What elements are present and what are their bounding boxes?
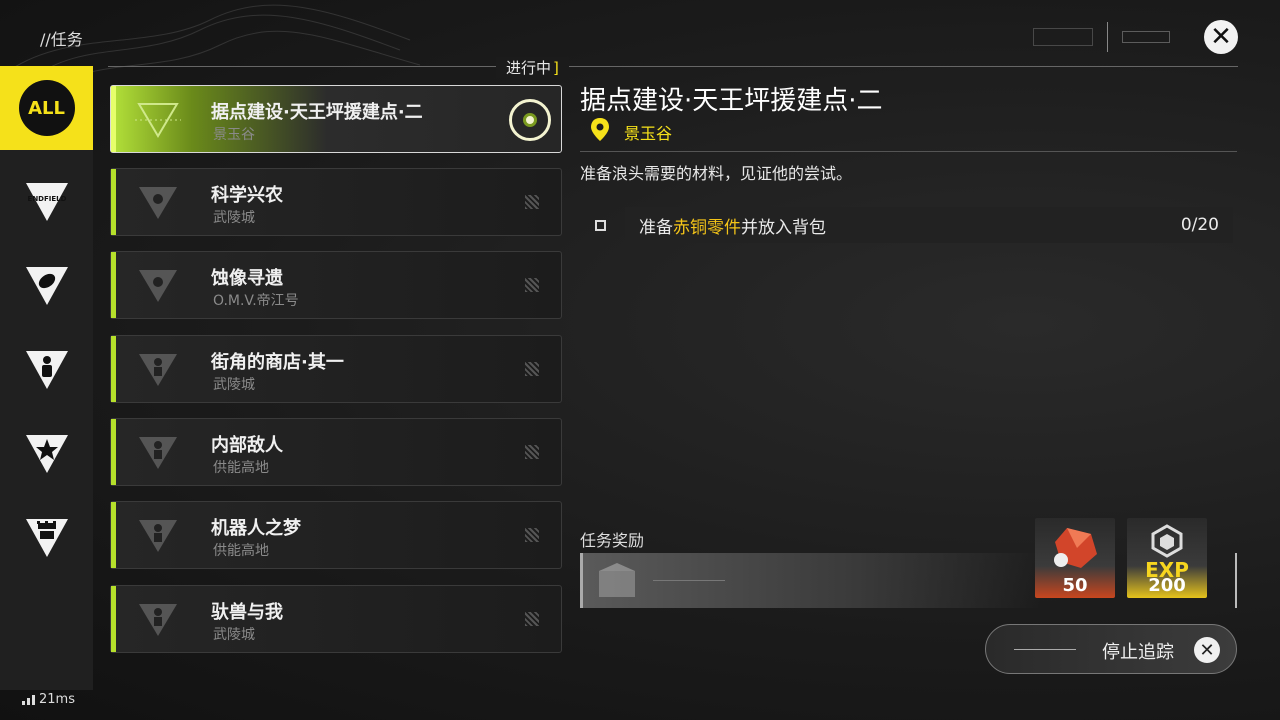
detail-divider: [580, 151, 1237, 152]
reward-card-exp[interactable]: EXP 200: [1127, 518, 1207, 598]
quest-name: 据点建设·天王坪援建点·二: [211, 102, 423, 123]
quest-location: O.M.V.帝江号: [213, 293, 299, 309]
quest-accent: [111, 336, 116, 402]
stripe-icon: [525, 362, 539, 376]
reward-arrow: [653, 580, 725, 581]
header-divider: [108, 66, 1238, 67]
ping-value: 21ms: [39, 692, 75, 707]
quest-item[interactable]: 科学兴农 武陵城: [110, 168, 562, 236]
quest-item[interactable]: 驮兽与我 武陵城: [110, 585, 562, 653]
stripe-icon: [525, 528, 539, 542]
stop-tracking-button[interactable]: 停止追踪 ✕: [985, 624, 1237, 674]
quest-name: 机器人之梦: [211, 518, 301, 539]
quest-type-icon: [135, 103, 181, 138]
objective-progress: 0/20: [1180, 215, 1219, 235]
endfield-icon-label: ENDFIELD: [27, 195, 66, 203]
sidebar-item-person[interactable]: [0, 328, 93, 412]
objective-checkbox: [595, 220, 606, 231]
close-icon: ✕: [1194, 637, 1220, 663]
tracking-target-icon[interactable]: [509, 99, 551, 141]
stop-tracking-label: 停止追踪: [1102, 642, 1174, 663]
quest-location: 武陵城: [213, 210, 255, 226]
stripe-icon: [525, 445, 539, 459]
button-deco-line: [1014, 649, 1076, 650]
top-decoration: [1033, 22, 1170, 52]
status-bracket: ]: [553, 59, 559, 77]
exp-icon: [1151, 524, 1183, 558]
quest-location: 供能高地: [213, 543, 269, 559]
location-pin-icon: [591, 118, 609, 141]
signal-icon: [22, 694, 35, 705]
reward-end-tick: [1235, 553, 1237, 608]
stripe-icon: [525, 612, 539, 626]
quest-type-icon: [139, 187, 177, 219]
quest-item[interactable]: 内部敌人 供能高地: [110, 418, 562, 486]
status-label-text: 进行中: [506, 59, 552, 77]
sidebar-item-all[interactable]: ALL: [0, 66, 93, 150]
sidebar-item-gear[interactable]: [0, 496, 93, 580]
objective-prefix: 准备: [639, 217, 673, 238]
sidebar-item-endfield[interactable]: ENDFIELD: [0, 160, 93, 244]
reward-strip: [580, 553, 1040, 608]
stripe-icon: [525, 195, 539, 209]
person-triangle-icon: [25, 351, 68, 389]
quest-accent: [111, 169, 116, 235]
star-triangle-icon: [25, 435, 68, 473]
endfield-triangle-icon: ENDFIELD: [25, 183, 68, 221]
quest-name: 内部敌人: [211, 435, 283, 456]
gear-triangle-icon: [25, 519, 68, 557]
quest-type-icon: [139, 604, 177, 636]
stripe-icon: [525, 278, 539, 292]
quest-detail-location: 景玉谷: [624, 124, 673, 143]
close-button[interactable]: ✕: [1204, 20, 1238, 54]
deco-chip: [1122, 31, 1170, 43]
quest-type-icon: [139, 270, 177, 302]
quest-accent: [111, 502, 116, 568]
quest-type-icon: [139, 354, 177, 386]
sidebar-item-leaf[interactable]: [0, 244, 93, 328]
quest-item-active[interactable]: 据点建设·天王坪援建点·二 景玉谷: [110, 85, 562, 153]
red-crystal-icon: [1054, 528, 1097, 568]
reward-amount: 50: [1062, 575, 1088, 596]
page-title: //任务: [40, 30, 83, 49]
reward-label: 任务奖励: [580, 531, 645, 550]
deco-bar: [1033, 28, 1093, 46]
tracking-dot: [523, 113, 537, 127]
leaf-triangle-icon: [25, 267, 68, 305]
quest-accent: [111, 252, 116, 318]
quest-detail-title: 据点建设·天王坪援建点·二: [580, 86, 883, 116]
quest-name: 科学兴农: [211, 185, 283, 206]
quest-item[interactable]: 蚀像寻遗 O.M.V.帝江号: [110, 251, 562, 319]
quest-accent: [111, 586, 116, 652]
objective-row: 准备 赤铜零件 并放入背包 0/20: [625, 207, 1233, 243]
deco-divider: [1107, 22, 1108, 52]
quest-name: 驮兽与我: [211, 602, 283, 623]
close-icon: ✕: [1210, 22, 1232, 52]
quest-location: 景玉谷: [213, 127, 255, 143]
all-icon: ALL: [18, 80, 75, 136]
crate-icon: [599, 563, 635, 597]
quest-item[interactable]: 机器人之梦 供能高地: [110, 501, 562, 569]
quest-location: 供能高地: [213, 460, 269, 476]
reward-card-crystal[interactable]: 50: [1035, 518, 1115, 598]
quest-name: 蚀像寻遗: [211, 268, 283, 289]
quest-location: 武陵城: [213, 627, 255, 643]
status-in-progress: 进行中]: [496, 57, 569, 78]
quest-item[interactable]: 街角的商店·其一 武陵城: [110, 335, 562, 403]
quest-accent: [111, 86, 116, 152]
quest-type-icon: [139, 520, 177, 552]
objective-item: 赤铜零件: [673, 217, 741, 238]
quest-location: 武陵城: [213, 377, 255, 393]
quest-name: 街角的商店·其一: [211, 352, 344, 373]
network-ping: 21ms: [22, 692, 75, 707]
quest-description: 准备浪头需要的材料，见证他的尝试。: [580, 164, 853, 183]
objective-suffix: 并放入背包: [741, 217, 826, 238]
category-sidebar: ALL ENDFIELD: [0, 66, 93, 690]
quest-accent: [111, 419, 116, 485]
quest-type-icon: [139, 437, 177, 469]
sidebar-item-star[interactable]: [0, 412, 93, 496]
reward-amount: 200: [1148, 575, 1186, 596]
